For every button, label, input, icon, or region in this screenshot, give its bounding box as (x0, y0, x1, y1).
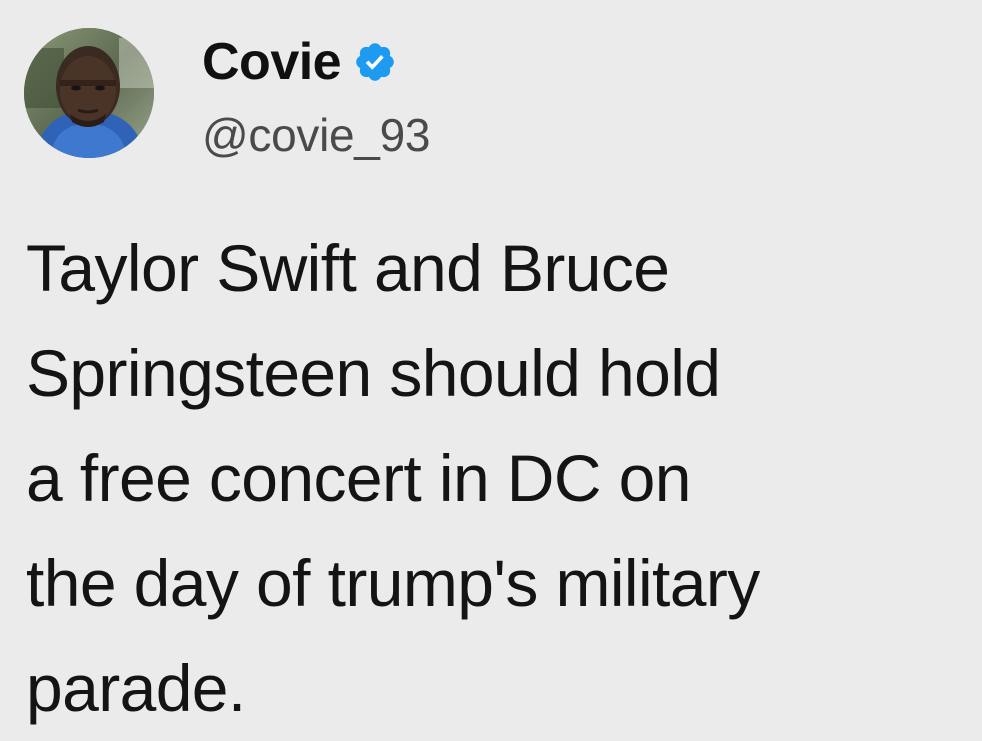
display-name[interactable]: Covie (202, 36, 342, 88)
tweet-card: Covie @covie_93 Taylor Swift and Bruce S… (0, 0, 982, 725)
avatar[interactable] (24, 28, 154, 158)
author-handle[interactable]: @covie_93 (202, 112, 430, 158)
tweet-text: Taylor Swift and Bruce Springsteen shoul… (26, 231, 760, 725)
tweet-header: Covie @covie_93 (24, 28, 430, 158)
display-name-row: Covie (202, 32, 430, 92)
author-names: Covie @covie_93 (202, 32, 430, 158)
verified-badge-icon (353, 40, 397, 84)
person-photo-avatar-icon (24, 28, 154, 158)
